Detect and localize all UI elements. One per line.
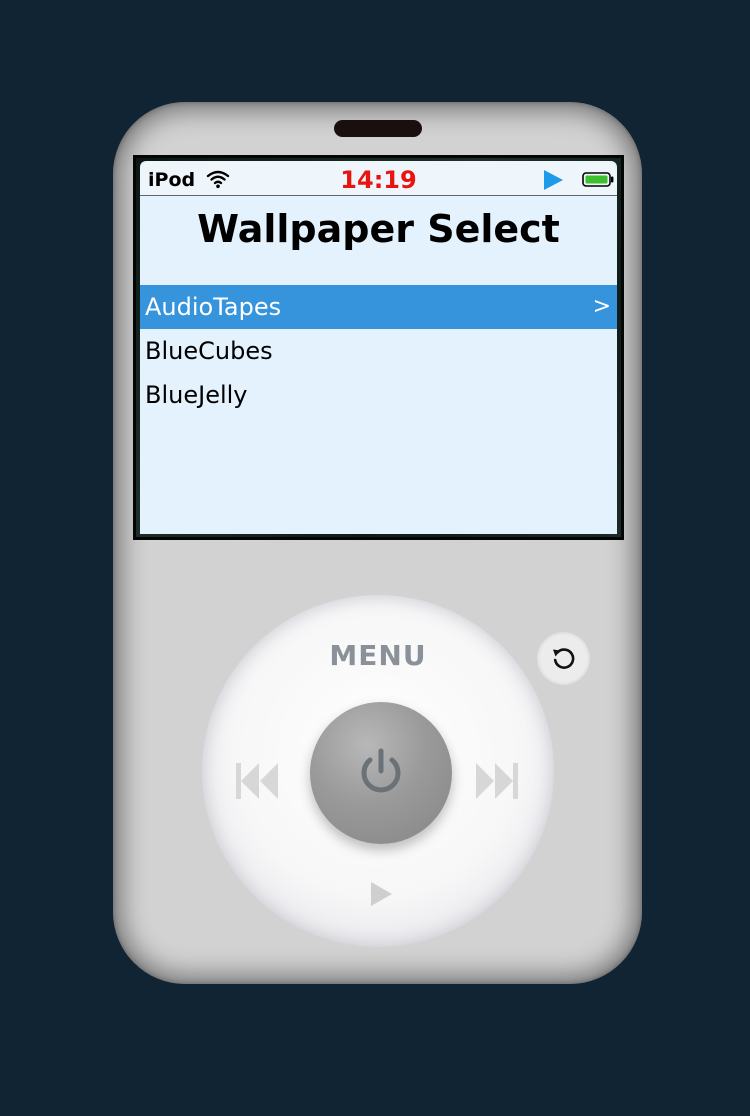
wallpaper-list: AudioTapes > BlueCubes BlueJelly xyxy=(140,285,617,417)
list-item-label: BlueJelly xyxy=(145,381,248,409)
screen-frame: iPod 14:19 Wallpaper Select AudioTapes >… xyxy=(133,155,624,540)
list-item-audiotapes[interactable]: AudioTapes > xyxy=(140,285,617,329)
fast-forward-icon[interactable] xyxy=(475,761,519,801)
list-item-bluejelly[interactable]: BlueJelly xyxy=(140,373,617,417)
ipod-body: iPod 14:19 Wallpaper Select AudioTapes >… xyxy=(113,102,642,984)
play-icon[interactable] xyxy=(369,880,393,908)
reset-button[interactable] xyxy=(537,632,590,685)
speaker-slot xyxy=(334,120,422,137)
list-item-label: AudioTapes xyxy=(145,293,282,321)
chevron-right-icon: > xyxy=(592,294,611,319)
rewind-icon[interactable] xyxy=(235,761,279,801)
power-icon xyxy=(361,748,401,793)
status-bar: iPod 14:19 xyxy=(140,161,617,196)
center-select-button[interactable] xyxy=(310,702,452,844)
screen: iPod 14:19 Wallpaper Select AudioTapes >… xyxy=(140,161,617,534)
list-item-bluecubes[interactable]: BlueCubes xyxy=(140,329,617,373)
reset-icon xyxy=(553,648,575,669)
page-title: Wallpaper Select xyxy=(197,207,560,251)
list-item-label: BlueCubes xyxy=(145,337,273,365)
play-icon xyxy=(544,170,563,190)
menu-button[interactable]: MENU xyxy=(202,639,554,672)
battery-icon xyxy=(582,172,614,187)
click-wheel[interactable]: MENU xyxy=(202,595,554,947)
